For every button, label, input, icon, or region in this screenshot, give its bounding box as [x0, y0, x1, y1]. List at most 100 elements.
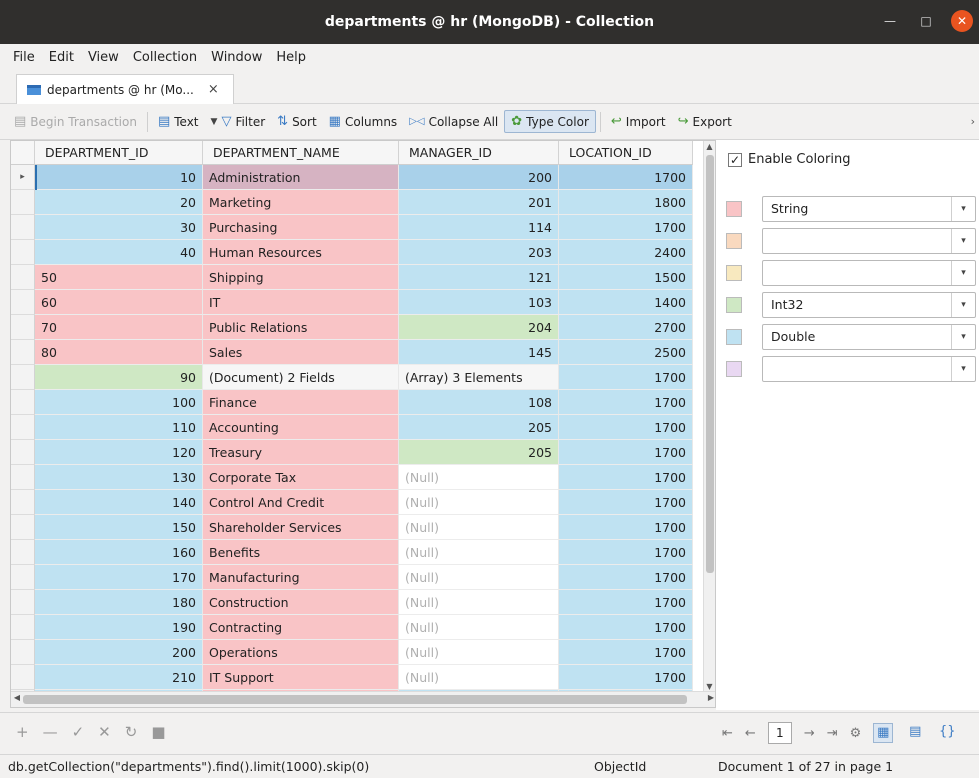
menu-file[interactable]: File — [6, 50, 42, 65]
cell-id[interactable]: 40 — [35, 240, 203, 265]
row-header[interactable]: ▸ — [11, 165, 35, 190]
row-header[interactable] — [11, 665, 35, 690]
cell-id[interactable]: 200 — [35, 640, 203, 665]
column-header-department-id[interactable]: DEPARTMENT_ID — [35, 141, 203, 165]
cell-loc[interactable]: 1700 — [559, 665, 693, 690]
cell-mgr[interactable]: 108 — [399, 390, 559, 415]
row-header[interactable] — [11, 315, 35, 340]
menu-edit[interactable]: Edit — [42, 50, 81, 65]
row-header[interactable] — [11, 265, 35, 290]
columns-button[interactable]: ▦ Columns — [323, 111, 404, 132]
cell-loc[interactable]: 1700 — [559, 365, 693, 390]
cell-id[interactable]: 70 — [35, 315, 203, 340]
cell-name[interactable]: IT Support — [203, 665, 399, 690]
row-header[interactable] — [11, 615, 35, 640]
cell-loc[interactable]: 2400 — [559, 240, 693, 265]
type-select[interactable]: ▾ — [762, 260, 976, 286]
discard-icon[interactable]: ✕ — [98, 723, 111, 741]
cell-mgr[interactable]: (Null) — [399, 490, 559, 515]
color-swatch[interactable] — [726, 201, 742, 217]
text-view-button[interactable]: ▤ Text — [152, 111, 205, 132]
row-header[interactable] — [11, 515, 35, 540]
cell-mgr[interactable]: 205 — [399, 415, 559, 440]
cell-loc[interactable]: 1700 — [559, 415, 693, 440]
cell-mgr[interactable]: 114 — [399, 215, 559, 240]
cell-id[interactable]: 140 — [35, 490, 203, 515]
cell-name[interactable]: Purchasing — [203, 215, 399, 240]
row-header[interactable] — [11, 390, 35, 415]
cell-loc[interactable]: 1700 — [559, 490, 693, 515]
cell-id[interactable]: 130 — [35, 465, 203, 490]
row-header[interactable] — [11, 540, 35, 565]
remove-icon[interactable]: — — [43, 723, 58, 741]
cell-loc[interactable]: 2700 — [559, 315, 693, 340]
cell-mgr[interactable]: (Null) — [399, 515, 559, 540]
menu-collection[interactable]: Collection — [126, 50, 204, 65]
filter-button[interactable]: ▼ ▽ Filter — [205, 111, 272, 132]
row-header[interactable] — [11, 440, 35, 465]
cell-id[interactable]: 80 — [35, 340, 203, 365]
cell-mgr[interactable]: 203 — [399, 240, 559, 265]
cell-loc[interactable]: 1400 — [559, 290, 693, 315]
cell-loc[interactable]: 1700 — [559, 515, 693, 540]
cell-mgr[interactable]: (Null) — [399, 465, 559, 490]
cell-mgr[interactable]: (Null) — [399, 565, 559, 590]
close-icon[interactable]: ✕ — [951, 10, 973, 32]
cell-name[interactable]: Construction — [203, 590, 399, 615]
cell-id[interactable]: 170 — [35, 565, 203, 590]
cell-loc[interactable]: 1700 — [559, 465, 693, 490]
cell-mgr[interactable]: (Null) — [399, 540, 559, 565]
cell-mgr[interactable]: (Null) — [399, 665, 559, 690]
color-swatch[interactable] — [726, 265, 742, 281]
first-page-icon[interactable]: ⇤ — [722, 726, 733, 741]
type-select[interactable]: String ▾ — [762, 196, 976, 222]
add-icon[interactable]: + — [16, 723, 29, 741]
begin-transaction-button[interactable]: ▤ Begin Transaction — [8, 111, 143, 132]
scroll-up-icon[interactable]: ▲ — [704, 141, 715, 153]
cell-mgr[interactable]: 201 — [399, 190, 559, 215]
cell-mgr[interactable]: 204 — [399, 315, 559, 340]
cell-mgr[interactable]: (Null) — [399, 640, 559, 665]
cell-mgr[interactable]: 205 — [399, 440, 559, 465]
cell-name[interactable]: IT — [203, 290, 399, 315]
type-select[interactable]: Double ▾ — [762, 324, 976, 350]
column-header-location-id[interactable]: LOCATION_ID — [559, 141, 693, 165]
cell-loc[interactable]: 1700 — [559, 565, 693, 590]
row-header[interactable] — [11, 465, 35, 490]
menu-help[interactable]: Help — [269, 50, 313, 65]
sort-button[interactable]: ⇅ Sort — [271, 111, 323, 132]
cell-name[interactable]: Accounting — [203, 415, 399, 440]
color-swatch[interactable] — [726, 297, 742, 313]
chevron-down-icon[interactable]: ▾ — [951, 325, 975, 349]
chevron-down-icon[interactable]: ▾ — [951, 197, 975, 221]
type-select[interactable]: ▾ — [762, 228, 976, 254]
menu-window[interactable]: Window — [204, 50, 269, 65]
collapse-all-button[interactable]: ▷◁ Collapse All — [403, 112, 504, 132]
cell-mgr[interactable]: (Null) — [399, 615, 559, 640]
cell-id[interactable]: 110 — [35, 415, 203, 440]
cell-name[interactable]: Benefits — [203, 540, 399, 565]
cell-name[interactable]: Marketing — [203, 190, 399, 215]
cell-name[interactable]: Human Resources — [203, 240, 399, 265]
cell-id[interactable]: 90 — [35, 365, 203, 390]
cell-loc[interactable]: 1700 — [559, 590, 693, 615]
chevron-down-icon[interactable]: ▾ — [951, 293, 975, 317]
cell-id[interactable]: 150 — [35, 515, 203, 540]
maximize-icon[interactable]: □ — [915, 10, 937, 32]
chevron-down-icon[interactable]: ▾ — [951, 261, 975, 285]
cell-name[interactable]: Shipping — [203, 265, 399, 290]
cell-loc[interactable]: 1700 — [559, 640, 693, 665]
row-header[interactable] — [11, 240, 35, 265]
last-page-icon[interactable]: ⇥ — [827, 726, 838, 741]
cell-id[interactable]: 210 — [35, 665, 203, 690]
tab-close-icon[interactable]: × — [208, 82, 219, 97]
cell-id[interactable]: 160 — [35, 540, 203, 565]
refresh-icon[interactable]: ↻ — [125, 723, 138, 741]
cell-id[interactable]: 10 — [35, 165, 203, 190]
cell-loc[interactable]: 1700 — [559, 615, 693, 640]
type-select[interactable]: Int32 ▾ — [762, 292, 976, 318]
cell-id[interactable]: 190 — [35, 615, 203, 640]
cell-id[interactable]: 20 — [35, 190, 203, 215]
enable-coloring-checkbox[interactable]: ✓ Enable Coloring — [728, 152, 850, 167]
row-header[interactable] — [11, 215, 35, 240]
